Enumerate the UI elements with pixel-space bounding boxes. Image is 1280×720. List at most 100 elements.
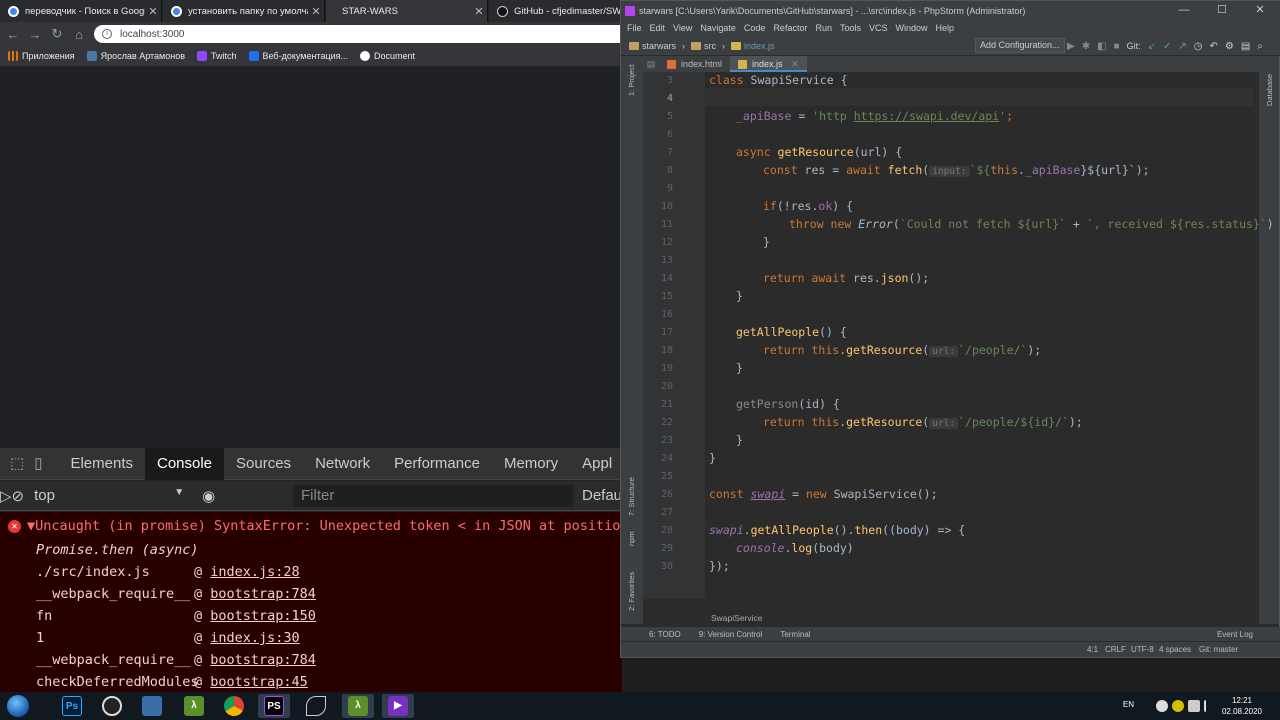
error-message[interactable]: ✕ ▼Uncaught (in promise) SyntaxError: Une… bbox=[8, 518, 622, 534]
file-encoding[interactable]: UTF-8 bbox=[1131, 645, 1154, 654]
device-toggle-icon[interactable]: ▯ bbox=[34, 454, 42, 474]
menu-vcs[interactable]: VCS bbox=[869, 23, 888, 33]
stack-link[interactable]: bootstrap:784 bbox=[210, 586, 316, 602]
rollback-icon[interactable]: ↶ bbox=[1210, 41, 1218, 52]
breadcrumb-project[interactable]: starwars bbox=[642, 41, 676, 51]
browser-tab-starwars[interactable]: STAR-WARS ✕ bbox=[326, 0, 488, 22]
search-icon[interactable]: ⌕ bbox=[1257, 41, 1263, 52]
tray-bulb-icon[interactable] bbox=[1172, 700, 1184, 712]
add-configuration-button[interactable]: Add Configuration... bbox=[975, 38, 1065, 53]
stack-link[interactable]: bootstrap:150 bbox=[210, 608, 316, 624]
taskbar-save[interactable] bbox=[136, 694, 168, 718]
git-commit-icon[interactable]: ✓ bbox=[1163, 41, 1171, 52]
bookmark-document[interactable]: Document bbox=[360, 51, 415, 61]
eye-icon[interactable]: ◉ bbox=[202, 487, 215, 505]
expand-icon[interactable]: ▼ bbox=[27, 518, 35, 534]
code-breadcrumb[interactable]: SwapiService bbox=[705, 611, 1253, 625]
volume-icon[interactable] bbox=[1204, 700, 1216, 712]
menu-run[interactable]: Run bbox=[815, 23, 832, 33]
close-icon[interactable]: ✕ bbox=[791, 59, 799, 69]
menu-window[interactable]: Window bbox=[896, 23, 928, 33]
run-icon[interactable]: ▶ bbox=[1067, 41, 1075, 52]
tab-index-html[interactable]: index.html bbox=[659, 56, 730, 72]
git-branch[interactable]: Git: master bbox=[1199, 645, 1238, 654]
tool-npm[interactable]: npm bbox=[627, 531, 636, 546]
menu-navigate[interactable]: Navigate bbox=[700, 23, 736, 33]
close-icon[interactable]: ✕ bbox=[1241, 1, 1279, 20]
tray-app-icon[interactable] bbox=[1156, 700, 1168, 712]
reload-icon[interactable]: ↻ bbox=[48, 26, 66, 42]
clear-console-icon[interactable]: ⊘ bbox=[12, 487, 25, 505]
browser-tab-google[interactable]: переводчик - Поиск в Google ✕ bbox=[0, 0, 162, 22]
taskbar-photoshop[interactable]: Ps bbox=[56, 694, 88, 718]
indent-setting[interactable]: 4 spaces bbox=[1159, 645, 1191, 654]
taskbar-video[interactable]: ▶ bbox=[382, 694, 414, 718]
address-bar[interactable]: i localhost:3000 bbox=[94, 25, 622, 43]
tool-database[interactable]: Database bbox=[1265, 74, 1274, 106]
taskbar-lambda[interactable]: λ bbox=[178, 694, 210, 718]
tool-favorites[interactable]: 2: Favorites bbox=[627, 572, 636, 611]
history-icon[interactable]: ◷ bbox=[1194, 41, 1203, 52]
taskbar-obs[interactable] bbox=[96, 694, 128, 718]
caret-position[interactable]: 4:1 bbox=[1087, 645, 1098, 654]
back-icon[interactable]: ← bbox=[4, 27, 22, 42]
tray-tool-icon[interactable] bbox=[1188, 700, 1200, 712]
tool-project[interactable]: 1: Project bbox=[627, 64, 636, 96]
menu-file[interactable]: File bbox=[627, 23, 642, 33]
maximize-icon[interactable]: ☐ bbox=[1203, 1, 1241, 20]
close-icon[interactable]: ✕ bbox=[308, 5, 324, 18]
menu-edit[interactable]: Edit bbox=[650, 23, 666, 33]
home-icon[interactable]: ⌂ bbox=[70, 27, 88, 42]
tab-sources[interactable]: Sources bbox=[224, 448, 303, 480]
bookmark-mdn[interactable]: Веб-документация... bbox=[248, 51, 348, 61]
menu-help[interactable]: Help bbox=[936, 23, 955, 33]
menu-refactor[interactable]: Refactor bbox=[773, 23, 807, 33]
tab-console[interactable]: Console bbox=[144, 447, 225, 480]
taskbar-curve-app[interactable] bbox=[300, 694, 332, 718]
breadcrumb-src[interactable]: src bbox=[704, 41, 716, 51]
stack-link[interactable]: index.js:28 bbox=[210, 564, 299, 580]
menu-tools[interactable]: Tools bbox=[840, 23, 861, 33]
taskbar-lambda2[interactable]: λ bbox=[342, 694, 374, 718]
sidebar-toggle-icon[interactable]: ▷ bbox=[0, 487, 12, 505]
tab-application[interactable]: Appl bbox=[570, 448, 624, 480]
git-update-icon[interactable]: ↙ bbox=[1148, 41, 1156, 52]
stack-link[interactable]: bootstrap:784 bbox=[210, 652, 316, 668]
close-icon[interactable]: ✕ bbox=[145, 5, 161, 18]
taskbar-phpstorm[interactable]: PS bbox=[258, 694, 290, 718]
stop-icon[interactable]: ■ bbox=[1114, 41, 1120, 52]
tool-structure[interactable]: 7: Structure bbox=[627, 477, 636, 516]
context-select[interactable]: top ▼ bbox=[34, 487, 184, 504]
debug-icon[interactable]: ✱ bbox=[1082, 41, 1090, 52]
tab-memory[interactable]: Memory bbox=[492, 448, 570, 480]
filter-input[interactable]: Filter bbox=[293, 485, 573, 507]
structure-icon[interactable]: ▤ bbox=[1241, 41, 1250, 52]
coverage-icon[interactable]: ◧ bbox=[1097, 41, 1106, 52]
info-icon[interactable]: i bbox=[102, 29, 112, 39]
forward-icon[interactable]: → bbox=[26, 27, 44, 42]
tool-version-control[interactable]: 9: Version Control bbox=[699, 630, 763, 639]
close-icon[interactable]: ✕ bbox=[471, 5, 487, 18]
browser-tab-github[interactable]: GitHub - cfjedimaster/SWAPI-W bbox=[489, 0, 622, 22]
bookmark-artamonov[interactable]: Ярослав Артамонов bbox=[86, 51, 185, 61]
tool-todo[interactable]: 6: TODO bbox=[649, 630, 681, 639]
event-log-button[interactable]: Event Log bbox=[1217, 630, 1253, 639]
tool-terminal[interactable]: Terminal bbox=[780, 630, 810, 639]
line-separator[interactable]: CRLF bbox=[1105, 645, 1126, 654]
tabs-menu-icon[interactable]: ▤ bbox=[643, 56, 659, 72]
git-push-icon[interactable]: ↗ bbox=[1178, 41, 1186, 52]
browser-tab-folder[interactable]: установить папку по умолчанию ✕ bbox=[163, 0, 325, 22]
clock[interactable]: 12:21 02.08.2020 bbox=[1220, 695, 1264, 717]
taskbar-chrome[interactable] bbox=[218, 694, 250, 718]
stack-link[interactable]: bootstrap:45 bbox=[210, 674, 308, 690]
breadcrumb-file[interactable]: index.js bbox=[744, 41, 775, 51]
tab-performance[interactable]: Performance bbox=[382, 448, 492, 480]
stack-link[interactable]: index.js:30 bbox=[210, 630, 299, 646]
menu-view[interactable]: View bbox=[673, 23, 692, 33]
start-button[interactable] bbox=[0, 692, 36, 720]
tab-network[interactable]: Network bbox=[303, 448, 382, 480]
bookmark-twitch[interactable]: Twitch bbox=[197, 51, 237, 61]
menu-code[interactable]: Code bbox=[744, 23, 766, 33]
minimize-icon[interactable]: — bbox=[1165, 1, 1203, 20]
inspect-icon[interactable]: ⬚ bbox=[10, 454, 24, 474]
